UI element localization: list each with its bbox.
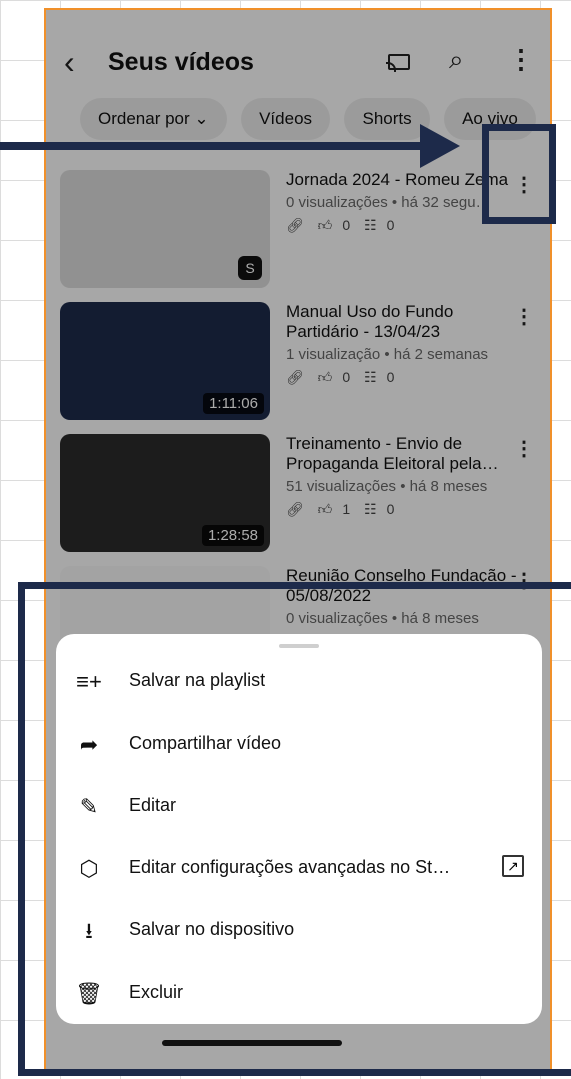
- annotation-box-menu: [18, 582, 571, 1076]
- annotation-arrow-head: [420, 124, 460, 168]
- annotation-arrow: [0, 142, 440, 150]
- annotation-box-more-button: [482, 124, 556, 224]
